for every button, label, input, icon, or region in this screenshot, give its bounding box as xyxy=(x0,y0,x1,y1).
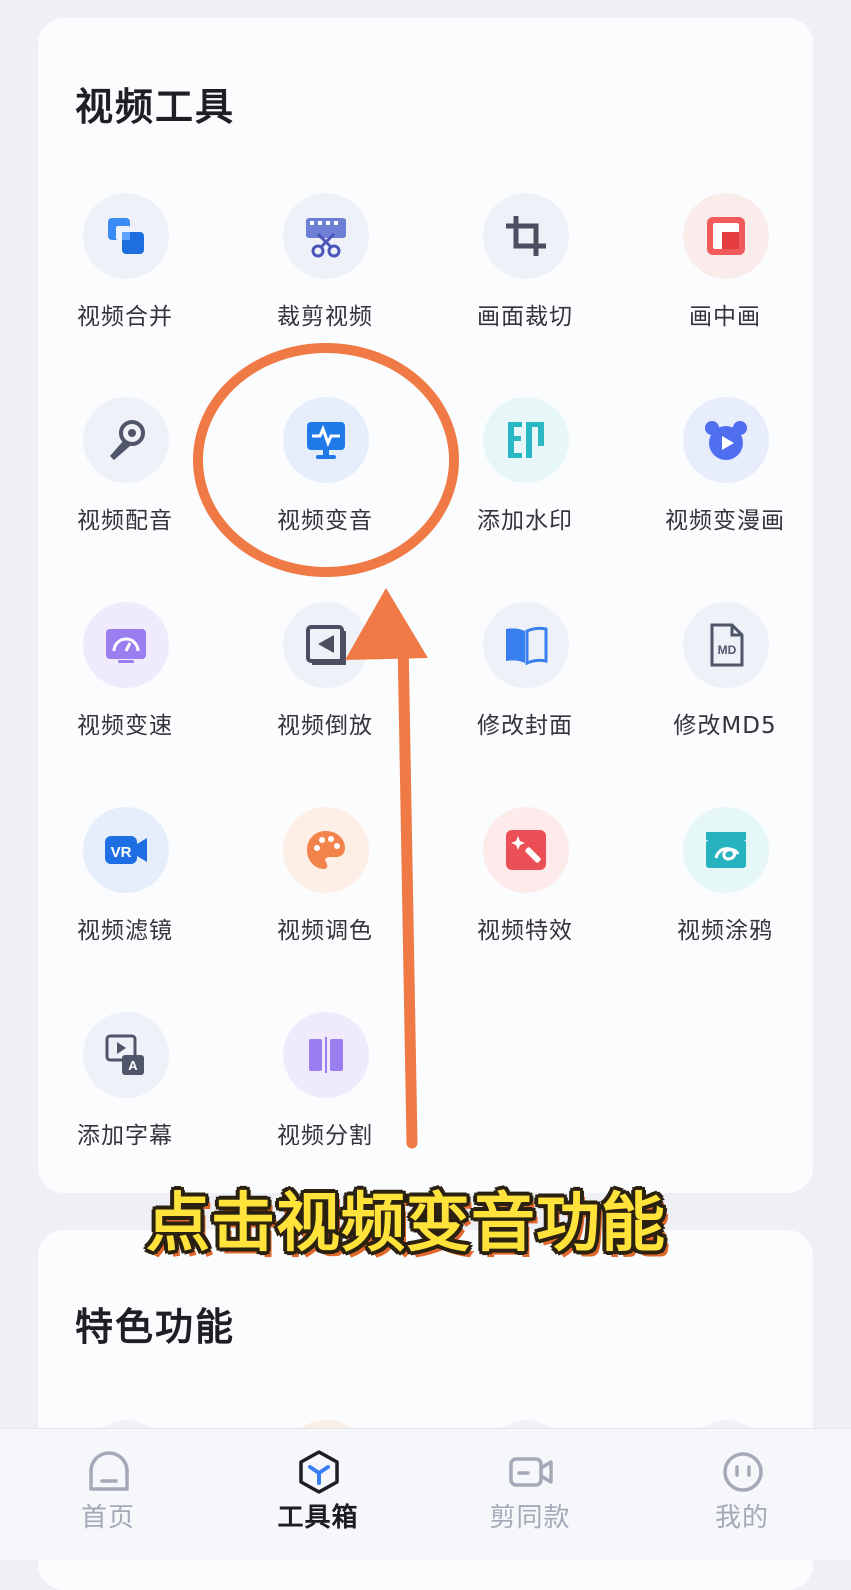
nav-label: 我的 xyxy=(714,1503,769,1533)
tool-label: 视频涂鸦 xyxy=(677,918,773,944)
nav-label: 首页 xyxy=(80,1503,135,1533)
tool-label: 视频配音 xyxy=(77,508,173,534)
watermark-stamp-icon xyxy=(483,397,569,483)
tool-pip[interactable]: 画中画 xyxy=(625,193,825,383)
tool-video-merge[interactable]: 视频合并 xyxy=(25,193,225,383)
tool-label: 视频调色 xyxy=(277,918,373,944)
scissors-film-icon xyxy=(283,193,369,279)
nav-same-style[interactable]: 剪同款 xyxy=(424,1429,636,1560)
tool-label: 视频变速 xyxy=(77,713,173,739)
merge-icon xyxy=(83,193,169,279)
tool-label: 修改MD5 xyxy=(673,713,777,739)
tool-reverse[interactable]: 视频倒放 xyxy=(225,602,425,792)
tool-crop-frame[interactable]: 画面裁切 xyxy=(425,193,625,383)
tool-voice-change[interactable]: 视频变音 xyxy=(225,397,425,587)
tool-filter[interactable]: VR 视频滤镜 xyxy=(25,807,225,997)
tool-label: 视频倒放 xyxy=(277,713,373,739)
nav-toolbox[interactable]: 工具箱 xyxy=(212,1429,424,1560)
section-title: 特色功能 xyxy=(75,1305,236,1349)
tool-label: 视频变音 xyxy=(277,508,373,534)
nav-home[interactable]: 首页 xyxy=(2,1429,214,1560)
rewind-icon xyxy=(283,602,369,688)
palette-icon xyxy=(283,807,369,893)
doodle-clapper-icon xyxy=(683,807,769,893)
book-cover-icon xyxy=(483,602,569,688)
toolbox-icon xyxy=(299,1450,339,1494)
magic-wand-icon xyxy=(483,807,569,893)
tool-speed[interactable]: 视频变速 xyxy=(25,602,225,792)
subtitle-icon: A xyxy=(83,1012,169,1098)
tool-label: 裁剪视频 xyxy=(277,304,373,330)
tool-dubbing[interactable]: 视频配音 xyxy=(25,397,225,587)
tool-video-to-comic[interactable]: 视频变漫画 xyxy=(625,397,825,587)
video-camera-icon xyxy=(509,1457,553,1487)
section-title: 视频工具 xyxy=(75,85,236,129)
tool-label: 视频变漫画 xyxy=(665,508,785,534)
tool-edit-cover[interactable]: 修改封面 xyxy=(425,602,625,792)
bottom-navigation: 首页 工具箱 剪同款 我的 xyxy=(0,1428,851,1560)
tool-effects[interactable]: 视频特效 xyxy=(425,807,625,997)
voice-wave-monitor-icon xyxy=(283,397,369,483)
md-file-icon: MD xyxy=(683,602,769,688)
tool-label: 添加字幕 xyxy=(77,1123,173,1149)
home-icon xyxy=(89,1451,129,1491)
tool-label: 视频分割 xyxy=(277,1123,373,1149)
tool-label: 添加水印 xyxy=(477,508,573,534)
tool-label: 视频特效 xyxy=(477,918,573,944)
tool-trim-video[interactable]: 裁剪视频 xyxy=(225,193,425,383)
tool-label: 修改封面 xyxy=(477,713,573,739)
tool-label: 视频滤镜 xyxy=(77,918,173,944)
nav-profile[interactable]: 我的 xyxy=(636,1429,848,1560)
tool-label: 画中画 xyxy=(689,304,761,330)
speedometer-icon xyxy=(83,602,169,688)
vr-camera-icon: VR xyxy=(83,807,169,893)
tool-doodle[interactable]: 视频涂鸦 xyxy=(625,807,825,997)
tool-label: 画面裁切 xyxy=(477,304,573,330)
microphone-icon xyxy=(83,397,169,483)
profile-icon xyxy=(723,1452,763,1492)
nav-label: 剪同款 xyxy=(489,1503,571,1533)
split-icon xyxy=(283,1012,369,1098)
tool-label: 视频合并 xyxy=(77,304,173,330)
annotation-caption: 点击视频变音功能 xyxy=(146,1187,666,1261)
picture-in-picture-icon xyxy=(683,193,769,279)
nav-label: 工具箱 xyxy=(277,1503,359,1533)
svg-text:A: A xyxy=(128,1058,138,1073)
crop-icon xyxy=(483,193,569,279)
tool-color-grade[interactable]: 视频调色 xyxy=(225,807,425,997)
tool-edit-md5[interactable]: MD 修改MD5 xyxy=(625,602,825,792)
svg-text:VR: VR xyxy=(111,844,132,861)
bear-play-icon xyxy=(683,397,769,483)
tool-watermark[interactable]: 添加水印 xyxy=(425,397,625,587)
svg-text:MD: MD xyxy=(718,643,737,657)
